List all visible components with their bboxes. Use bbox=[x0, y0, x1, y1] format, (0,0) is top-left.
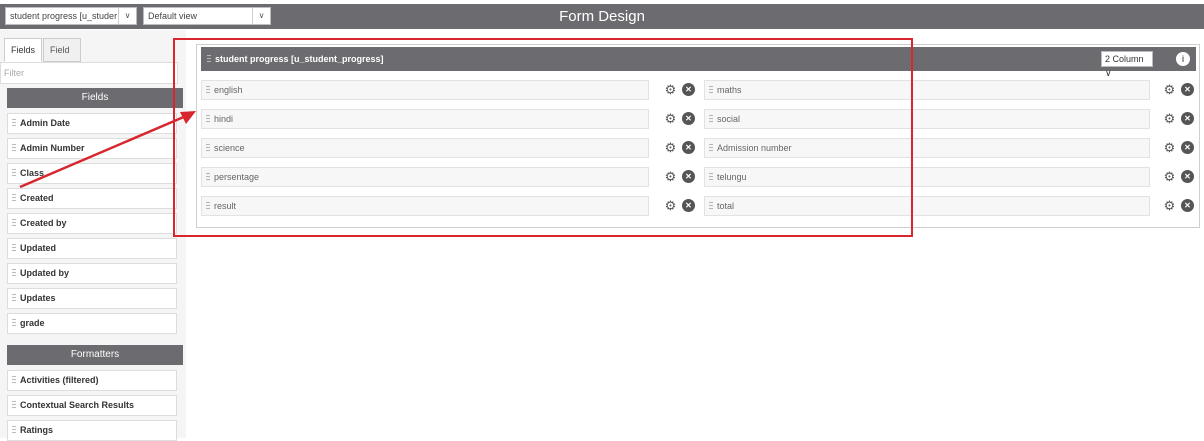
formatters-section-header: Formatters bbox=[7, 345, 183, 365]
info-icon[interactable]: i bbox=[1176, 52, 1190, 66]
drag-handle-icon bbox=[12, 400, 16, 409]
drag-handle-icon bbox=[12, 143, 16, 152]
column-layout-value: 2 Column bbox=[1105, 54, 1144, 64]
close-icon[interactable]: ✕ bbox=[1181, 199, 1194, 212]
formatter-label: Activities (filtered) bbox=[20, 375, 99, 385]
fields-section-header: Fields bbox=[7, 88, 183, 108]
sidebar: Fields Field Types Filter Fields Admin D… bbox=[0, 30, 186, 441]
sidebar-field-item[interactable]: Admin Number bbox=[7, 138, 177, 159]
field-label: Class bbox=[20, 168, 45, 178]
formatter-label: Contextual Search Results bbox=[20, 400, 135, 410]
field-label: Admin Number bbox=[20, 143, 85, 153]
chevron-down-icon: ∨ bbox=[1105, 68, 1112, 78]
drag-handle-icon bbox=[12, 268, 16, 277]
tab-fields[interactable]: Fields bbox=[4, 38, 43, 62]
field-label: Updated by bbox=[20, 268, 70, 278]
drag-handle-icon bbox=[12, 218, 16, 227]
sidebar-field-item[interactable]: Updates bbox=[7, 288, 177, 309]
formatter-label: Ratings bbox=[20, 425, 54, 435]
field-label: grade bbox=[20, 318, 45, 328]
column-layout-select[interactable]: 2 Column ∨ bbox=[1101, 51, 1153, 78]
gear-icon[interactable]: ⚙ bbox=[1163, 199, 1176, 212]
close-icon[interactable]: ✕ bbox=[1181, 83, 1194, 96]
field-label: Created by bbox=[20, 218, 67, 228]
close-icon[interactable]: ✕ bbox=[1181, 170, 1194, 183]
drag-handle-icon bbox=[12, 425, 16, 434]
drag-handle-icon bbox=[12, 193, 16, 202]
sidebar-field-item[interactable]: Class bbox=[7, 163, 177, 184]
page-title: Form Design bbox=[559, 8, 645, 25]
drag-handle-icon bbox=[12, 118, 16, 127]
sidebar-formatter-item[interactable]: Activities (filtered) bbox=[7, 370, 177, 391]
drag-handle-icon bbox=[12, 318, 16, 327]
drag-handle-icon bbox=[12, 243, 16, 252]
gear-icon[interactable]: ⚙ bbox=[1163, 83, 1176, 96]
sidebar-field-item[interactable]: Admin Date bbox=[7, 113, 177, 134]
drag-handle-icon bbox=[12, 375, 16, 384]
field-label: Updates bbox=[20, 293, 56, 303]
gear-icon[interactable]: ⚙ bbox=[1163, 170, 1176, 183]
close-icon[interactable]: ✕ bbox=[1181, 112, 1194, 125]
gear-icon[interactable]: ⚙ bbox=[1163, 141, 1176, 154]
sidebar-field-item[interactable]: Created by bbox=[7, 213, 177, 234]
top-bar: student progress [u_studer ∨ Default vie… bbox=[0, 0, 1204, 30]
tab-field-types[interactable]: Field Types bbox=[43, 38, 81, 77]
filter-input[interactable]: Filter bbox=[0, 62, 178, 84]
field-label: Admin Date bbox=[20, 118, 71, 128]
field-label: Created bbox=[20, 193, 54, 203]
sidebar-field-item[interactable]: grade bbox=[7, 313, 177, 334]
annotation-highlight-box bbox=[173, 38, 913, 237]
close-icon[interactable]: ✕ bbox=[1181, 141, 1194, 154]
sidebar-field-item[interactable]: Updated bbox=[7, 238, 177, 259]
field-label: Updated bbox=[20, 243, 56, 253]
sidebar-field-item[interactable]: Created bbox=[7, 188, 177, 209]
drag-handle-icon bbox=[12, 293, 16, 302]
sidebar-field-item[interactable]: Updated by bbox=[7, 263, 177, 284]
sidebar-formatter-item[interactable]: Contextual Search Results bbox=[7, 395, 177, 416]
drag-handle-icon bbox=[12, 168, 16, 177]
gear-icon[interactable]: ⚙ bbox=[1163, 112, 1176, 125]
